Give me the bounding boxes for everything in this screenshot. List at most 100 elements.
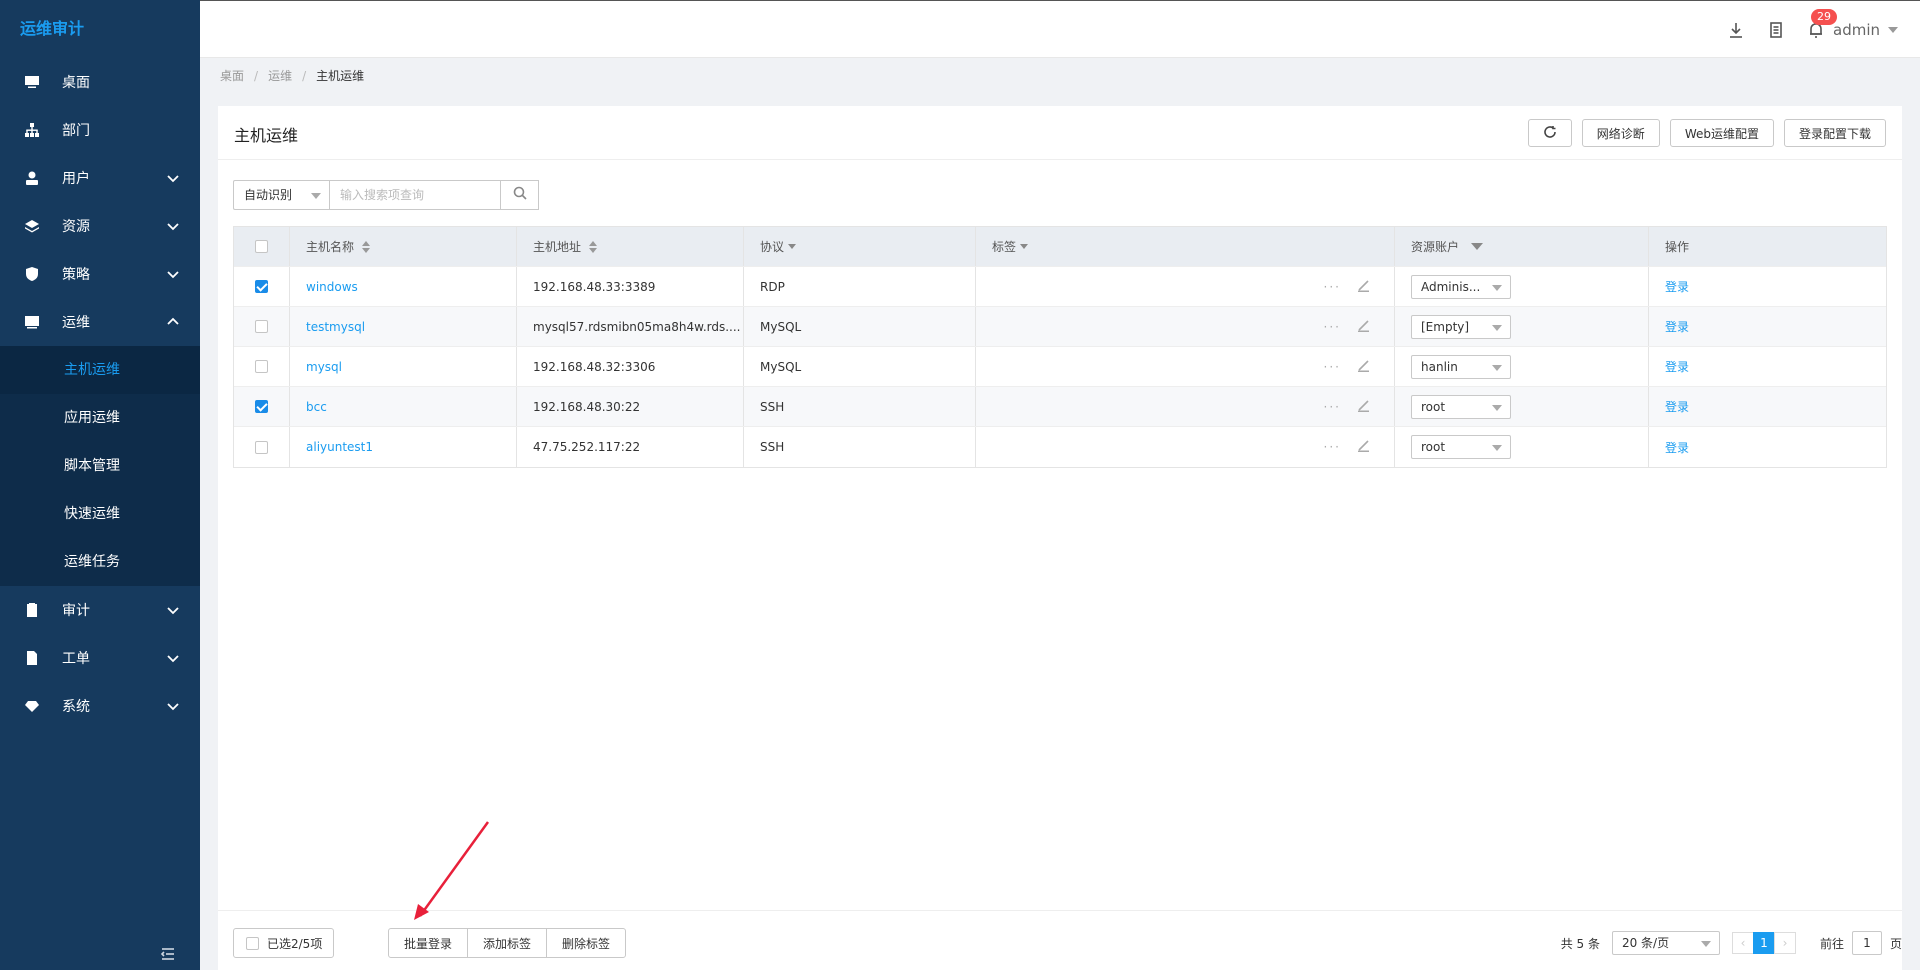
more-icon[interactable]: ···	[1324, 400, 1341, 414]
login-link[interactable]: 登录	[1665, 398, 1689, 415]
submenu-ops-task[interactable]: 运维任务	[0, 538, 200, 586]
network-diagnose-button[interactable]: 网络诊断	[1581, 119, 1660, 147]
sidebar-item-desktop[interactable]: 桌面	[0, 58, 200, 106]
breadcrumb-home[interactable]: 桌面	[220, 67, 244, 84]
sort-icon[interactable]	[362, 240, 371, 253]
account-value: root	[1421, 399, 1446, 414]
goto-page-input[interactable]: 1	[1851, 931, 1882, 955]
more-icon[interactable]: ···	[1324, 320, 1341, 334]
submenu-quick-ops[interactable]: 快速运维	[0, 490, 200, 538]
ops-submenu: 主机运维 应用运维 脚本管理 快速运维 运维任务	[0, 346, 200, 586]
edit-icon[interactable]	[1357, 319, 1370, 335]
account-select[interactable]: Adminis...	[1411, 274, 1511, 299]
top-header: 29 admin	[200, 0, 1920, 58]
host-name-link[interactable]: mysql	[306, 360, 342, 374]
filter-icon[interactable]	[788, 244, 797, 249]
tag-cell: ···	[976, 387, 1395, 426]
more-icon[interactable]: ···	[1324, 280, 1341, 294]
table-row: testmysql mysql57.rdsmibn05ma8h4w.rds...…	[234, 307, 1886, 347]
sidebar-item-audit[interactable]: 审计	[0, 586, 200, 634]
refresh-button[interactable]	[1527, 119, 1572, 147]
host-addr-cell: 192.168.48.30:22	[517, 387, 744, 426]
download-icon[interactable]	[1727, 21, 1745, 39]
login-link[interactable]: 登录	[1665, 439, 1689, 456]
web-config-button[interactable]: Web运维配置	[1669, 119, 1774, 147]
search-input[interactable]: 输入搜索项查询	[329, 180, 501, 210]
bell-icon[interactable]: 29	[1807, 9, 1837, 39]
row-checkbox[interactable]	[255, 320, 268, 333]
sidebar-item-label: 部门	[62, 123, 90, 139]
sidebar-item-ticket[interactable]: 工单	[0, 634, 200, 682]
login-config-download-button[interactable]: 登录配置下载	[1783, 119, 1886, 147]
search-mode-select[interactable]: 自动识别	[233, 180, 329, 210]
edit-icon[interactable]	[1357, 399, 1370, 415]
row-checkbox[interactable]	[255, 440, 268, 454]
host-name-link[interactable]: windows	[306, 280, 358, 294]
search-button[interactable]	[501, 180, 539, 210]
breadcrumb-ops[interactable]: 运维	[268, 67, 292, 84]
header-host-name[interactable]: 主机名称	[290, 227, 517, 266]
submenu-app-ops[interactable]: 应用运维	[0, 394, 200, 442]
header-tag[interactable]: 标签	[976, 227, 1395, 266]
next-page-button[interactable]: ›	[1773, 932, 1796, 954]
shield-icon	[24, 266, 40, 282]
host-name-link[interactable]: testmysql	[306, 320, 365, 334]
select-all-footer[interactable]: 已选2/5项	[233, 928, 334, 958]
sidebar-item-ops[interactable]: 运维	[0, 298, 200, 346]
sidebar-item-policy[interactable]: 策略	[0, 250, 200, 298]
filter-icon[interactable]	[1020, 244, 1029, 249]
tag-cell: ···	[976, 427, 1395, 467]
submenu-script-manage[interactable]: 脚本管理	[0, 442, 200, 490]
add-tag-button[interactable]: 添加标签	[467, 928, 548, 958]
more-icon[interactable]: ···	[1324, 440, 1341, 454]
header-host-addr[interactable]: 主机地址	[517, 227, 744, 266]
sidebar-item-system[interactable]: 系统	[0, 682, 200, 730]
edit-icon[interactable]	[1357, 359, 1370, 375]
goto-label: 前往	[1819, 936, 1844, 951]
user-menu[interactable]: admin	[1833, 21, 1898, 39]
batch-login-button[interactable]: 批量登录	[388, 928, 469, 958]
submenu-host-ops[interactable]: 主机运维	[0, 346, 200, 394]
login-link[interactable]: 登录	[1665, 278, 1689, 295]
tag-cell: ···	[976, 347, 1395, 386]
row-check-cell	[234, 427, 290, 467]
sidebar-item-resource[interactable]: 资源	[0, 202, 200, 250]
caret-down-icon	[1492, 404, 1502, 411]
chevron-down-icon	[166, 699, 180, 713]
edit-icon[interactable]	[1357, 279, 1370, 295]
account-cell: root	[1395, 427, 1649, 467]
more-icon[interactable]: ···	[1324, 360, 1341, 374]
sidebar-item-department[interactable]: 部门	[0, 106, 200, 154]
host-name-link[interactable]: aliyuntest1	[306, 440, 373, 454]
login-link[interactable]: 登录	[1665, 318, 1689, 335]
row-checkbox[interactable]	[255, 280, 268, 293]
host-name-cell: windows	[290, 267, 517, 306]
collapse-menu-icon[interactable]	[160, 946, 176, 962]
remove-tag-button[interactable]: 删除标签	[546, 928, 627, 958]
prev-page-button[interactable]: ‹	[1731, 932, 1754, 954]
page-number-current[interactable]: 1	[1752, 932, 1775, 954]
edit-icon[interactable]	[1357, 439, 1370, 455]
account-select[interactable]: root	[1411, 394, 1511, 419]
sort-icon[interactable]	[589, 240, 598, 253]
header-protocol[interactable]: 协议	[744, 227, 976, 266]
host-name-cell: aliyuntest1	[290, 427, 517, 467]
account-cell: Adminis...	[1395, 267, 1649, 306]
list-icon[interactable]	[1767, 21, 1785, 39]
row-checkbox[interactable]	[255, 400, 268, 413]
page-size-select[interactable]: 20 条/页	[1611, 931, 1720, 955]
host-name-link[interactable]: bcc	[306, 400, 327, 414]
footer-checkbox[interactable]	[246, 936, 259, 950]
sidebar-item-label: 桌面	[62, 75, 90, 91]
caret-down-icon	[1492, 445, 1502, 451]
select-all-checkbox[interactable]	[255, 240, 268, 253]
account-select[interactable]: hanlin	[1411, 354, 1511, 379]
account-select[interactable]: root	[1411, 435, 1511, 459]
account-select[interactable]: [Empty]	[1411, 314, 1511, 339]
account-value: [Empty]	[1421, 319, 1470, 334]
login-link[interactable]: 登录	[1665, 358, 1689, 375]
header-account[interactable]: 资源账户	[1395, 227, 1649, 266]
row-checkbox[interactable]	[255, 360, 268, 373]
sidebar-item-user[interactable]: 用户	[0, 154, 200, 202]
filter-icon[interactable]	[1471, 243, 1484, 250]
